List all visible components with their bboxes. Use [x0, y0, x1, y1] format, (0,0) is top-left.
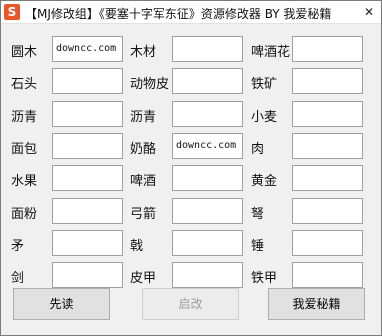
- window-title: 【MJ修改组】《要塞十字军东征》资源修改器 BY 我爱秘籍: [25, 7, 332, 21]
- resource-input[interactable]: [292, 36, 363, 62]
- field-label: 黄金: [251, 174, 278, 189]
- field-label: 石头: [11, 77, 38, 92]
- resource-input[interactable]: [172, 36, 243, 62]
- field-label: 皮甲: [130, 271, 157, 286]
- resource-input[interactable]: [292, 198, 363, 224]
- field-label: 木材: [130, 45, 157, 60]
- resource-input[interactable]: [52, 68, 123, 94]
- field-label: 弓箭: [130, 207, 157, 222]
- resource-input[interactable]: [172, 198, 243, 224]
- field-label: 沥青: [11, 110, 38, 125]
- field-label: 矛: [11, 239, 25, 254]
- field-label: 圆木: [11, 45, 38, 60]
- close-icon[interactable]: ✕: [359, 2, 379, 22]
- field-label: 动物皮: [130, 77, 170, 92]
- resource-input[interactable]: [52, 133, 123, 159]
- resource-input[interactable]: [292, 133, 363, 159]
- resource-input[interactable]: [172, 101, 243, 127]
- field-label: 弩: [251, 207, 265, 222]
- field-label: 铁矿: [251, 77, 278, 92]
- field-label: 啤酒: [130, 174, 157, 189]
- resource-input[interactable]: [292, 165, 363, 191]
- resource-input[interactable]: [52, 262, 123, 288]
- field-label: 铁甲: [251, 271, 278, 286]
- resource-input[interactable]: [292, 68, 363, 94]
- app-window: S 【MJ修改组】《要塞十字军东征》资源修改器 BY 我爱秘籍 ✕ 圆木 down…: [0, 0, 382, 336]
- field-label: 肉: [251, 142, 265, 157]
- resource-input[interactable]: downcc.com: [172, 133, 243, 159]
- resource-input[interactable]: [52, 101, 123, 127]
- resource-input[interactable]: [292, 101, 363, 127]
- field-label: 水果: [11, 174, 38, 189]
- field-label: 奶酪: [130, 142, 157, 157]
- resource-input[interactable]: [292, 230, 363, 256]
- field-label: 小麦: [251, 110, 278, 125]
- field-label: 戟: [130, 239, 144, 254]
- resource-input[interactable]: [172, 230, 243, 256]
- resource-input[interactable]: [52, 230, 123, 256]
- apply-button[interactable]: 启改: [142, 288, 239, 320]
- resource-input[interactable]: [172, 165, 243, 191]
- resource-input[interactable]: [52, 165, 123, 191]
- app-logo-icon: S: [4, 4, 20, 20]
- resource-input[interactable]: [172, 262, 243, 288]
- resource-input[interactable]: [52, 198, 123, 224]
- field-label: 沥青: [130, 110, 157, 125]
- about-button[interactable]: 我爱秘籍: [268, 288, 365, 320]
- field-label: 啤酒花: [251, 45, 291, 60]
- read-button[interactable]: 先读: [13, 288, 110, 320]
- resource-input[interactable]: [172, 68, 243, 94]
- field-label: 锤: [251, 239, 265, 254]
- field-label: 面粉: [11, 207, 38, 222]
- field-label: 面包: [11, 142, 38, 157]
- resource-input[interactable]: downcc.com: [52, 36, 123, 62]
- resource-input[interactable]: [292, 262, 363, 288]
- title-bar[interactable]: S 【MJ修改组】《要塞十字军东征》资源修改器 BY 我爱秘籍 ✕: [1, 1, 381, 24]
- field-label: 剑: [11, 271, 25, 286]
